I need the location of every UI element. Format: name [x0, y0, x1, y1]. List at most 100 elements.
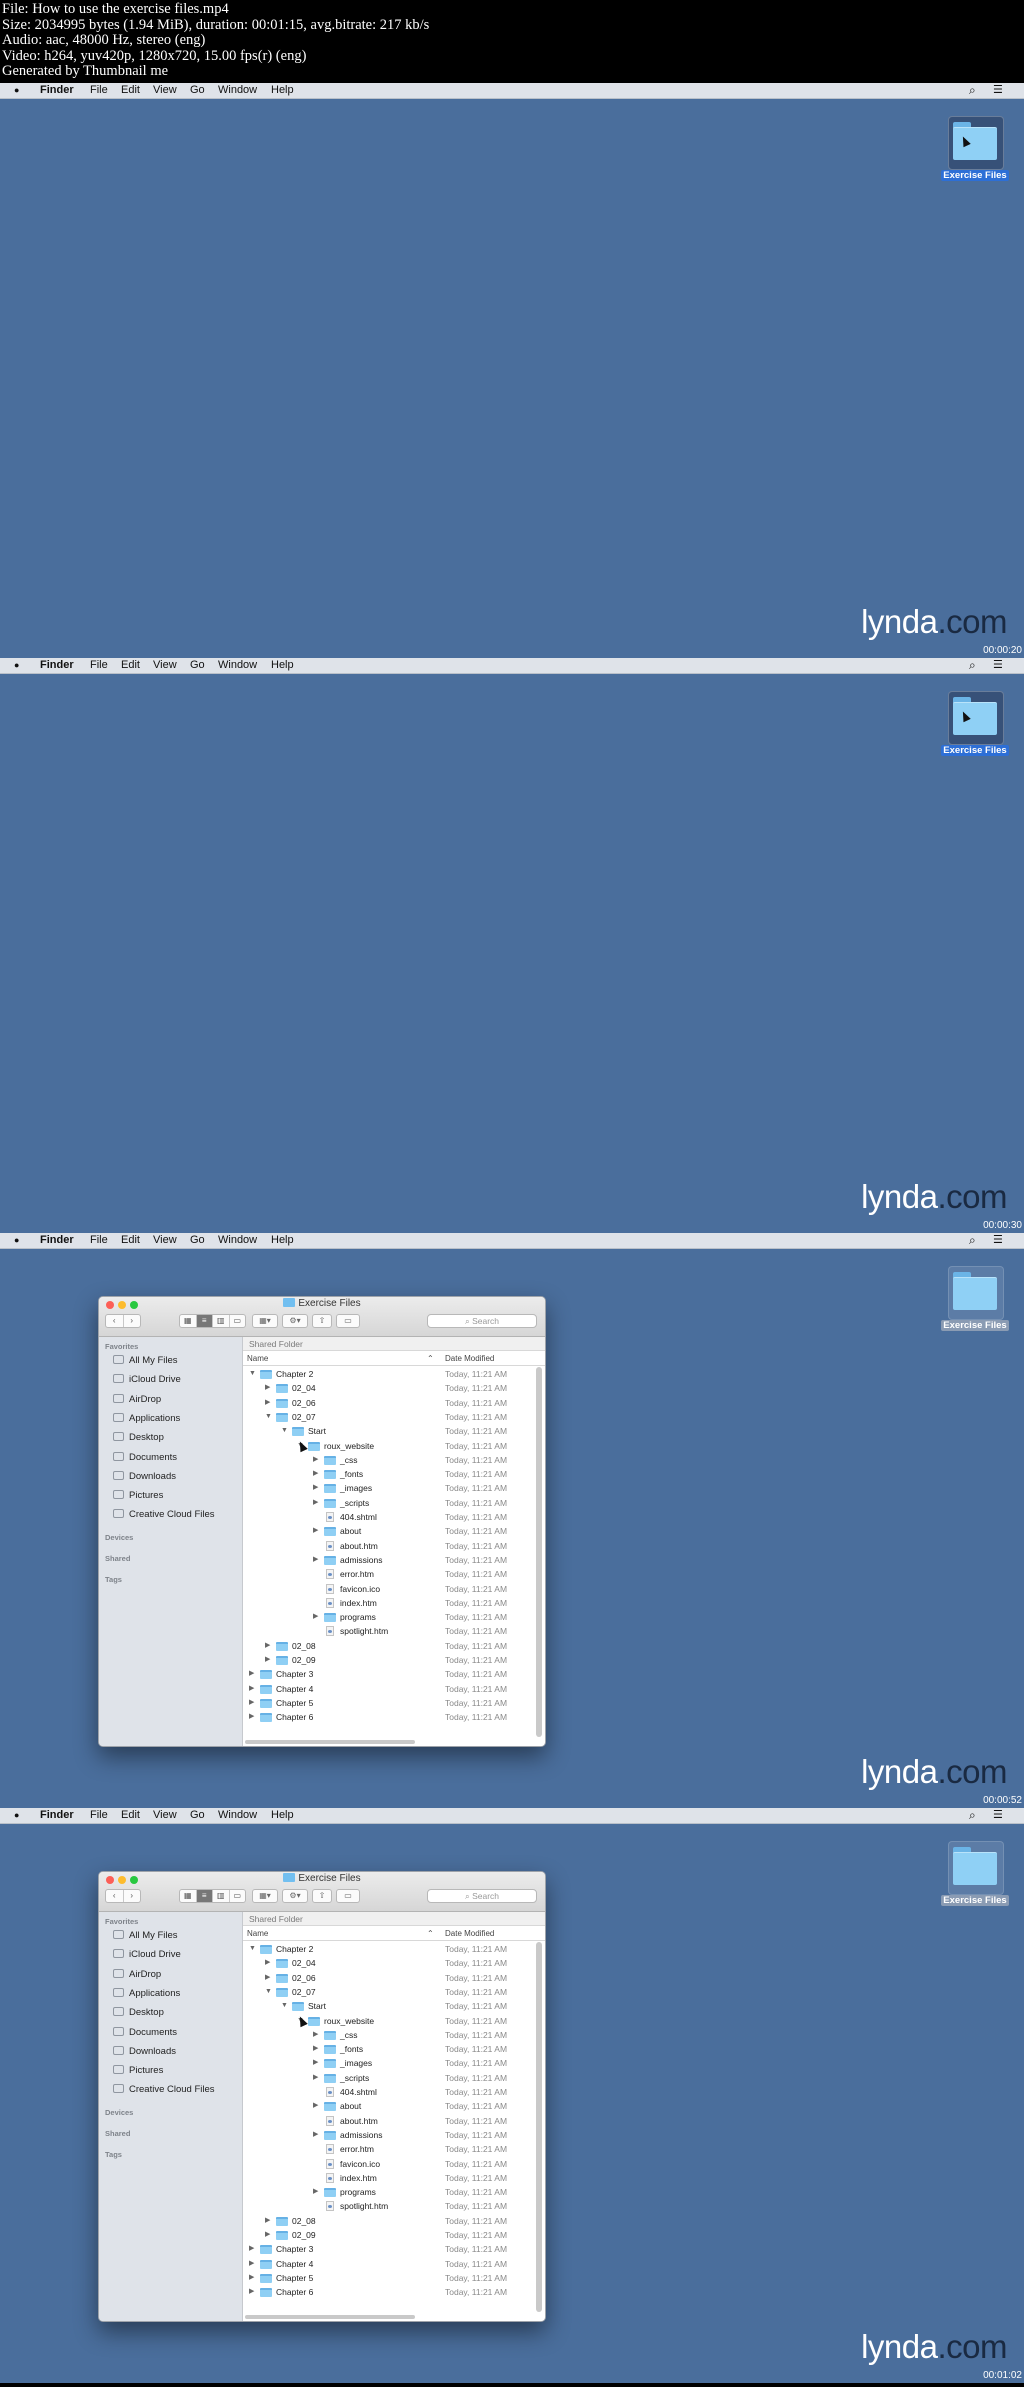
menu-item[interactable]: Go — [190, 83, 205, 98]
file-row[interactable]: ▶ programs Today, 11:21 AM — [243, 1610, 535, 1624]
desktop-folder-exercise-files[interactable]: Exercise Files — [940, 691, 1010, 761]
desktop-folder-exercise-files[interactable]: Exercise Files — [940, 1266, 1010, 1336]
disclosure-closed-icon[interactable]: ▶ — [313, 2056, 318, 2070]
disclosure-closed-icon[interactable]: ▶ — [249, 1696, 254, 1710]
file-row[interactable]: ▶ programs Today, 11:21 AM — [243, 2185, 535, 2199]
file-row[interactable]: ▶ _scripts Today, 11:21 AM — [243, 1496, 535, 1510]
share-icon[interactable]: ⇧ — [312, 1889, 332, 1903]
column-header-name[interactable]: Name — [247, 1927, 268, 1940]
disclosure-closed-icon[interactable]: ▶ — [313, 1467, 318, 1481]
sidebar-item[interactable]: Pictures — [113, 1489, 163, 1502]
menu-app-name[interactable]: Finder — [40, 1808, 74, 1823]
sidebar-item[interactable]: Creative Cloud Files — [113, 1508, 215, 1521]
share-icon[interactable]: ⇧ — [312, 1314, 332, 1328]
back-forward-buttons[interactable]: ‹ › — [105, 1314, 141, 1328]
file-row[interactable]: error.htm Today, 11:21 AM — [243, 1567, 535, 1581]
file-row[interactable]: ▼ roux_website Today, 11:21 AM — [243, 2014, 535, 2028]
file-row[interactable]: ▶ Chapter 6 Today, 11:21 AM — [243, 2285, 535, 2299]
disclosure-closed-icon[interactable]: ▶ — [249, 1710, 254, 1724]
spotlight-icon[interactable]: ⌕ — [969, 1233, 976, 1248]
menu-item[interactable]: Window — [218, 658, 257, 673]
file-row[interactable]: ▼ 02_07 Today, 11:21 AM — [243, 1410, 535, 1424]
disclosure-closed-icon[interactable]: ▶ — [265, 1396, 270, 1410]
disclosure-closed-icon[interactable]: ▶ — [313, 1553, 318, 1567]
action-gear-icon[interactable]: ⚙▾ — [282, 1889, 308, 1903]
apple-icon[interactable]: ● — [14, 83, 19, 98]
sidebar-item[interactable]: Desktop — [113, 2006, 164, 2019]
sidebar-header-tags[interactable]: Tags — [105, 1575, 122, 1584]
menu-item[interactable]: File — [90, 658, 108, 673]
horizontal-scrollbar[interactable] — [245, 1740, 415, 1744]
column-header-name[interactable]: Name — [247, 1352, 268, 1365]
disclosure-closed-icon[interactable]: ▶ — [265, 1381, 270, 1395]
menu-item[interactable]: Go — [190, 1233, 205, 1248]
file-row[interactable]: ▶ admissions Today, 11:21 AM — [243, 2128, 535, 2142]
file-row[interactable]: ▼ Start Today, 11:21 AM — [243, 1424, 535, 1438]
disclosure-closed-icon[interactable]: ▶ — [313, 2071, 318, 2085]
disclosure-closed-icon[interactable]: ▶ — [313, 2042, 318, 2056]
cover-flow-icon[interactable]: ▭ — [230, 1890, 246, 1902]
back-icon[interactable]: ‹ — [106, 1890, 124, 1902]
file-row[interactable]: about.htm Today, 11:21 AM — [243, 2114, 535, 2128]
disclosure-closed-icon[interactable]: ▶ — [249, 1682, 254, 1696]
finder-window[interactable]: Exercise Files ‹ › ▦ ≡ ▥ ▭ ▦▾ ⚙▾ ⇧ ▭ ⌕ Search Favori… — [98, 1871, 546, 2322]
disclosure-open-icon[interactable]: ▼ — [265, 1985, 272, 1999]
disclosure-closed-icon[interactable]: ▶ — [313, 1481, 318, 1495]
menu-app-name[interactable]: Finder — [40, 1233, 74, 1248]
disclosure-open-icon[interactable]: ▼ — [265, 1410, 272, 1424]
sidebar-header-tags[interactable]: Tags — [105, 2150, 122, 2159]
file-row[interactable]: spotlight.htm Today, 11:21 AM — [243, 1624, 535, 1638]
file-row[interactable]: ▶ Chapter 4 Today, 11:21 AM — [243, 2257, 535, 2271]
menu-item[interactable]: Help — [271, 83, 294, 98]
file-row[interactable]: ▶ about Today, 11:21 AM — [243, 2099, 535, 2113]
file-row[interactable]: ▶ 02_06 Today, 11:21 AM — [243, 1396, 535, 1410]
list-view-icon[interactable]: ≡ — [196, 1315, 213, 1327]
file-row[interactable]: ▶ Chapter 6 Today, 11:21 AM — [243, 1710, 535, 1724]
sidebar-item[interactable]: Downloads — [113, 1470, 176, 1483]
file-row[interactable]: spotlight.htm Today, 11:21 AM — [243, 2199, 535, 2213]
file-row[interactable]: ▶ _images Today, 11:21 AM — [243, 2056, 535, 2070]
file-row[interactable]: ▶ Chapter 3 Today, 11:21 AM — [243, 1667, 535, 1681]
column-view-icon[interactable]: ▥ — [213, 1890, 230, 1902]
sidebar-header-devices[interactable]: Devices — [105, 2108, 133, 2117]
menu-item[interactable]: Go — [190, 1808, 205, 1823]
spotlight-icon[interactable]: ⌕ — [969, 83, 976, 98]
file-row[interactable]: ▼ Start Today, 11:21 AM — [243, 1999, 535, 2013]
disclosure-closed-icon[interactable]: ▶ — [313, 1524, 318, 1538]
menu-item[interactable]: Window — [218, 1808, 257, 1823]
file-row[interactable]: ▼ Chapter 2 Today, 11:21 AM — [243, 1367, 535, 1381]
sidebar-header-devices[interactable]: Devices — [105, 1533, 133, 1542]
view-mode-buttons[interactable]: ▦ ≡ ▥ ▭ — [179, 1889, 246, 1903]
sidebar-header-shared[interactable]: Shared — [105, 2129, 130, 2138]
desktop-folder-exercise-files[interactable]: Exercise Files — [940, 116, 1010, 186]
sidebar-item[interactable]: All My Files — [113, 1354, 178, 1367]
sidebar-item[interactable]: AirDrop — [113, 1393, 161, 1406]
sidebar-item[interactable]: iCloud Drive — [113, 1948, 181, 1961]
sidebar-item[interactable]: Applications — [113, 1412, 180, 1425]
menu-app-name[interactable]: Finder — [40, 83, 74, 98]
file-row[interactable]: ▶ 02_08 Today, 11:21 AM — [243, 1639, 535, 1653]
notification-center-icon[interactable]: ☰ — [993, 658, 1003, 673]
disclosure-closed-icon[interactable]: ▶ — [249, 1667, 254, 1681]
apple-icon[interactable]: ● — [14, 1233, 19, 1248]
disclosure-closed-icon[interactable]: ▶ — [249, 2242, 254, 2256]
sidebar-item[interactable]: iCloud Drive — [113, 1373, 181, 1386]
menu-item[interactable]: Help — [271, 1808, 294, 1823]
disclosure-closed-icon[interactable]: ▶ — [265, 2214, 270, 2228]
disclosure-closed-icon[interactable]: ▶ — [313, 2128, 318, 2142]
menu-item[interactable]: View — [153, 83, 177, 98]
disclosure-closed-icon[interactable]: ▶ — [265, 1971, 270, 1985]
finder-window[interactable]: Exercise Files ‹ › ▦ ≡ ▥ ▭ ▦▾ ⚙▾ ⇧ ▭ ⌕ Search Favori… — [98, 1296, 546, 1747]
menu-item[interactable]: Edit — [121, 1233, 140, 1248]
arrange-icon[interactable]: ▦▾ — [252, 1889, 278, 1903]
desktop-folder-exercise-files[interactable]: Exercise Files — [940, 1841, 1010, 1911]
menu-item[interactable]: Edit — [121, 83, 140, 98]
file-row[interactable]: ▶ about Today, 11:21 AM — [243, 1524, 535, 1538]
disclosure-closed-icon[interactable]: ▶ — [265, 1639, 270, 1653]
arrange-icon[interactable]: ▦▾ — [252, 1314, 278, 1328]
action-gear-icon[interactable]: ⚙▾ — [282, 1314, 308, 1328]
file-row[interactable]: ▼ 02_07 Today, 11:21 AM — [243, 1985, 535, 1999]
disclosure-closed-icon[interactable]: ▶ — [265, 1956, 270, 1970]
tag-icon[interactable]: ▭ — [336, 1314, 360, 1328]
menu-item[interactable]: Help — [271, 1233, 294, 1248]
